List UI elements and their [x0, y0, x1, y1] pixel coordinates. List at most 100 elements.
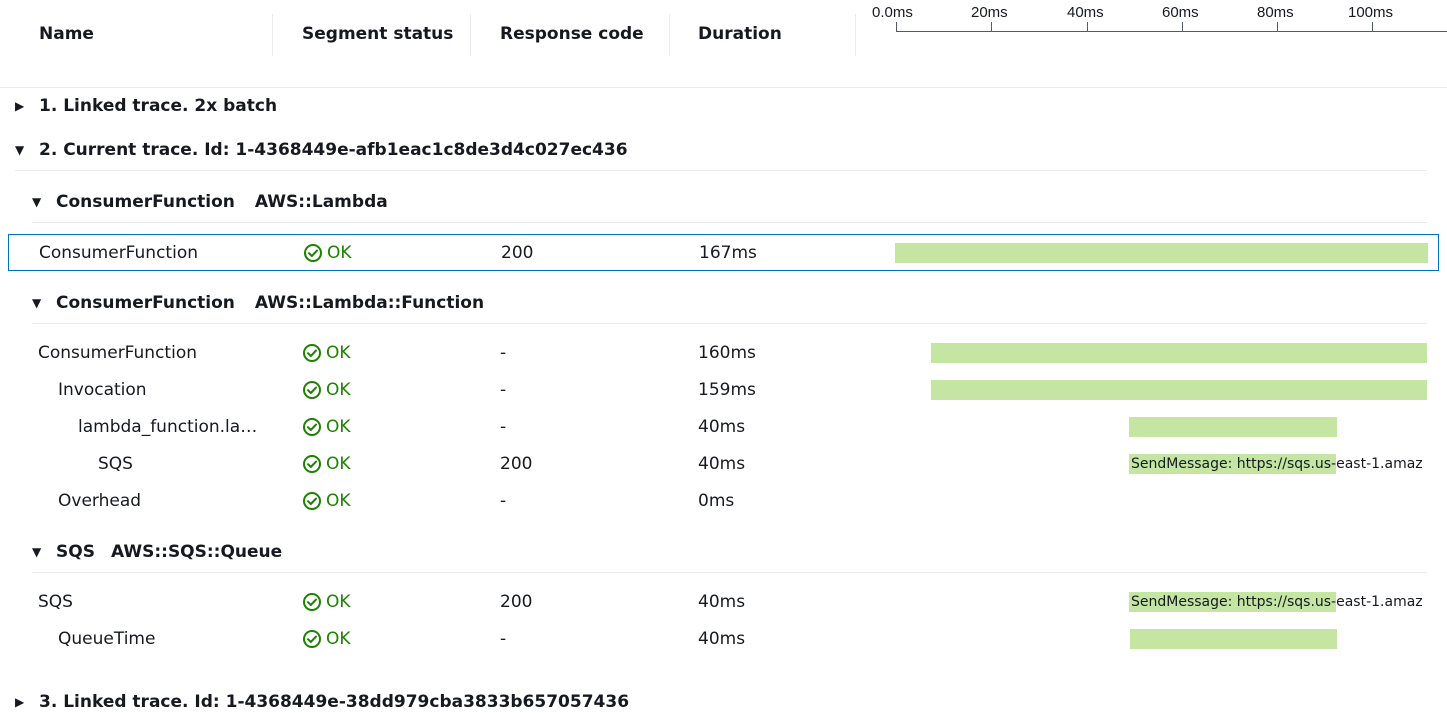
column-header-duration[interactable]: Duration [698, 24, 782, 44]
check-circle-icon [303, 630, 321, 648]
segment-row[interactable]: ConsumerFunction OK 200 167ms [8, 234, 1439, 271]
column-divider[interactable] [855, 14, 856, 56]
status-label: OK [326, 454, 351, 474]
status-label: OK [326, 629, 351, 649]
segment-name: Invocation [58, 380, 147, 400]
axis-tick [1277, 22, 1278, 32]
timeline-axis: 0.0ms 20ms 40ms 60ms 80ms 100ms [863, 0, 1447, 60]
axis-tick [1087, 22, 1088, 32]
duration: 40ms [698, 592, 746, 612]
trace-timeline: Name Segment status Response code Durati… [0, 0, 1447, 713]
segment-group-name: SQS [56, 542, 95, 562]
column-divider[interactable] [470, 14, 471, 56]
timeline-bar[interactable] [931, 343, 1427, 363]
segment-name: SQS [38, 592, 73, 612]
segment-row[interactable]: Invocation OK - 159ms [0, 372, 1447, 409]
duration: 159ms [698, 380, 756, 400]
status-label: OK [326, 491, 351, 511]
axis-tick-label: 0.0ms [872, 4, 913, 21]
axis-tick [1372, 22, 1373, 32]
axis-tick-label: 40ms [1067, 4, 1104, 21]
duration: 40ms [698, 454, 746, 474]
check-circle-icon [303, 418, 321, 436]
caret-right-icon: ▶ [15, 695, 25, 709]
axis-tick-label: 20ms [971, 4, 1008, 21]
segment-row[interactable]: ConsumerFunction OK - 160ms [0, 335, 1447, 372]
axis-tick [1182, 22, 1183, 32]
caret-down-icon: ▼ [32, 545, 42, 559]
timeline-bar[interactable] [1129, 417, 1337, 437]
check-circle-icon [303, 492, 321, 510]
status-label: OK [326, 417, 351, 437]
trace-group-label: 2. Current trace. Id: 1-4368449e-afb1eac… [39, 140, 628, 160]
column-header-response-code[interactable]: Response code [500, 24, 644, 44]
check-circle-icon [303, 344, 321, 362]
segment-name: ConsumerFunction [38, 343, 197, 363]
status-ok: OK [302, 491, 351, 511]
timeline-bar[interactable] [895, 243, 1428, 263]
response-code: - [500, 417, 507, 437]
caret-down-icon: ▼ [32, 195, 42, 209]
column-header-segment-status[interactable]: Segment status [302, 24, 453, 44]
duration: 160ms [698, 343, 756, 363]
status-label: OK [327, 243, 352, 263]
column-header-name[interactable]: Name [39, 24, 94, 44]
divider [32, 222, 1427, 223]
segment-row[interactable]: QueueTime OK - 40ms [0, 621, 1447, 658]
axis-tick-label: 80ms [1257, 4, 1294, 21]
axis-line [896, 31, 1447, 32]
segment-group-type: AWS::Lambda [254, 192, 388, 212]
segment-row[interactable]: SQS OK 200 40ms SendMessage: https://sqs… [0, 584, 1447, 621]
check-circle-icon [303, 455, 321, 473]
segment-name: Overhead [58, 491, 142, 511]
segment-name: SQS [98, 454, 133, 474]
timeline-bar[interactable] [931, 380, 1427, 400]
column-divider[interactable] [669, 14, 670, 56]
trace-group-current[interactable]: ▼ 2. Current trace. Id: 1-4368449e-afb1ea… [15, 140, 1447, 160]
segment-group-type: AWS::Lambda::Function [254, 293, 485, 313]
segment-group-type: AWS::SQS::Queue [110, 542, 283, 562]
segment-group-lambda[interactable]: ▼ ConsumerFunction AWS::Lambda [32, 192, 1447, 212]
duration: 40ms [698, 417, 746, 437]
status-label: OK [326, 592, 351, 612]
response-code: 200 [501, 243, 534, 263]
segment-name: ConsumerFunction [39, 243, 198, 263]
caret-right-icon: ▶ [15, 99, 25, 113]
segment-group-sqs[interactable]: ▼ SQS AWS::SQS::Queue [32, 542, 1447, 562]
caret-down-icon: ▼ [32, 296, 42, 310]
status-label: OK [326, 343, 351, 363]
status-ok: OK [302, 343, 351, 363]
status-label: OK [326, 380, 351, 400]
segment-group-function[interactable]: ▼ ConsumerFunction AWS::Lambda::Function [32, 293, 1447, 313]
trace-group-linked-1[interactable]: ▶ 1. Linked trace. 2x batch [15, 96, 1447, 116]
axis-tick-label: 100ms [1348, 4, 1394, 21]
segment-row[interactable]: lambda_function.la… OK - 40ms [0, 409, 1447, 446]
divider [32, 572, 1427, 573]
response-code: 200 [500, 454, 533, 474]
status-ok: OK [302, 417, 351, 437]
duration: 167ms [699, 243, 757, 263]
divider [15, 170, 1427, 171]
response-code: - [500, 491, 507, 511]
segment-group-name: ConsumerFunction [56, 293, 235, 313]
column-divider[interactable] [272, 14, 273, 56]
status-ok: OK [302, 629, 351, 649]
response-code: 200 [500, 592, 533, 612]
duration: 0ms [698, 491, 735, 511]
trace-group-linked-3[interactable]: ▶ 3. Linked trace. Id: 1-4368449e-38dd979… [15, 692, 1447, 712]
status-ok: OK [303, 243, 352, 263]
check-circle-icon [304, 244, 322, 262]
caret-down-icon: ▼ [15, 143, 25, 157]
table-header: Name Segment status Response code Durati… [0, 0, 1447, 88]
divider [32, 323, 1427, 324]
segment-name: QueueTime [58, 629, 156, 649]
axis-tick-label: 60ms [1162, 4, 1199, 21]
duration: 40ms [698, 629, 746, 649]
trace-group-label: 3. Linked trace. Id: 1-4368449e-38dd979c… [39, 692, 630, 712]
segment-row[interactable]: SQS OK 200 40ms SendMessage: https://sqs… [0, 446, 1447, 483]
timeline-bar-label: SendMessage: https://sqs.us-east-1.amaz [1131, 594, 1423, 610]
response-code: - [500, 629, 507, 649]
segment-row[interactable]: Overhead OK - 0ms [0, 483, 1447, 520]
timeline-bar[interactable] [1130, 629, 1337, 649]
segment-name: lambda_function.la… [78, 417, 258, 437]
